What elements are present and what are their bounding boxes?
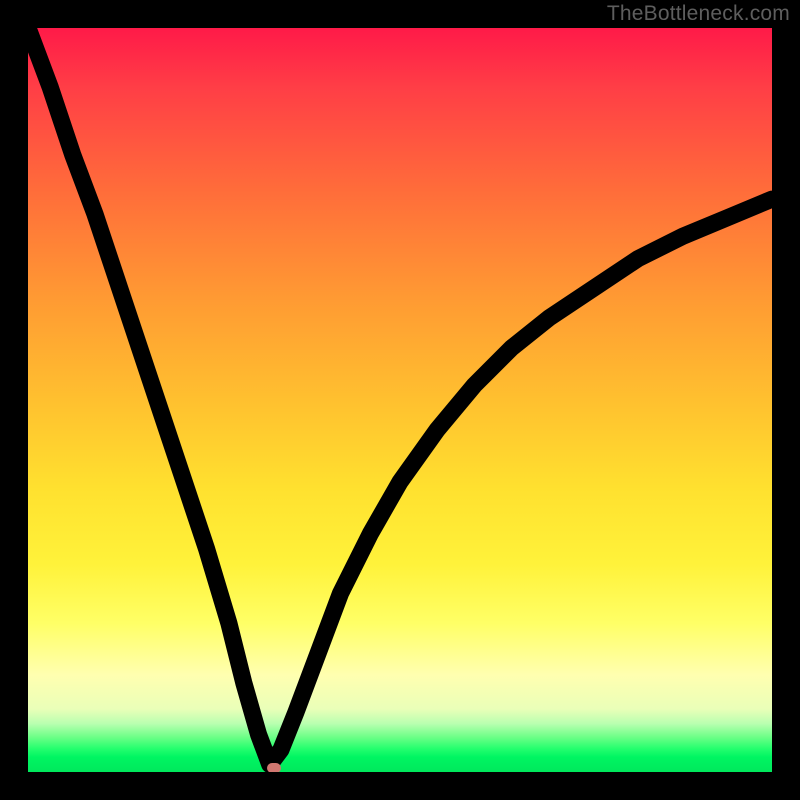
- plot-area: [28, 28, 772, 772]
- bottleneck-curve: [28, 28, 772, 765]
- curve-layer: [28, 28, 772, 772]
- optimum-marker: [267, 763, 281, 772]
- chart-frame: TheBottleneck.com: [0, 0, 800, 800]
- watermark-text: TheBottleneck.com: [607, 2, 790, 26]
